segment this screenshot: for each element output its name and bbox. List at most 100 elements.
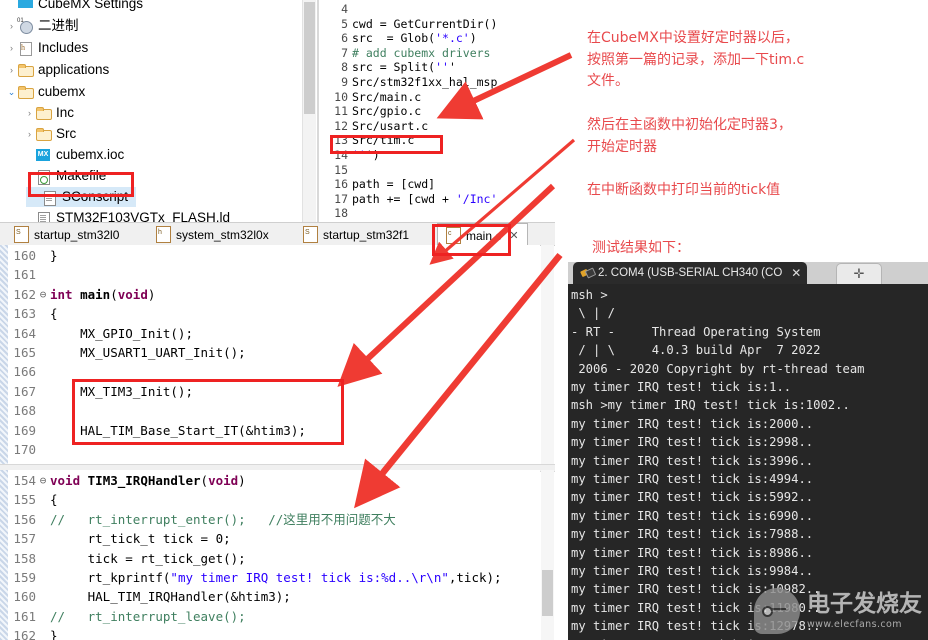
code-text: { — [50, 492, 58, 508]
tree-item-label: 二进制 — [38, 18, 79, 33]
line-number: 6 — [341, 31, 348, 46]
project-explorer-tree[interactable]: CubeMX Settings › 二进制 › Includes › application… — [0, 0, 300, 222]
line-number: 163 — [13, 306, 36, 322]
sconscript-line-14: 14 ''') — [322, 148, 555, 163]
line-number: 162 — [13, 628, 36, 640]
editor-tab-label: startup_stm32f1 — [323, 227, 410, 242]
close-icon[interactable]: ✕ — [509, 229, 518, 242]
code-text: HAL_TIM_Base_Start_IT(&htim3); — [50, 422, 306, 438]
line-number: 158 — [13, 550, 36, 566]
watermark-name: 电子发烧友 — [807, 590, 922, 617]
code-text: MX_USART1_UART_Init(); — [50, 345, 246, 360]
editor-tab-label: system_stm32l0x — [176, 227, 269, 242]
terminal-line: my timer IRQ test! tick is:6990.. — [571, 508, 814, 523]
tree-item-stm32f103vgtx-flash-ld[interactable]: STM32F103VGTx_FLASH.ld — [0, 208, 230, 222]
tree-item-inc[interactable]: › Inc — [0, 103, 74, 123]
tree-item-cubemx[interactable]: ⌄ cubemx — [0, 82, 85, 102]
line-number: 5 — [341, 16, 348, 31]
tree-item-[interactable]: › 二进制 — [0, 16, 79, 36]
tree-item-applications[interactable]: › applications — [0, 60, 109, 80]
terminal-line: my timer IRQ test! tick is:3996.. — [571, 453, 814, 468]
line-number: 161 — [13, 267, 36, 283]
folder-icon — [35, 126, 52, 142]
terminal-output[interactable]: msh > \ | / - RT - Thread Operating Syste… — [568, 284, 928, 640]
code-text: Src/tim.c — [352, 133, 415, 148]
chevron-right-icon[interactable]: › — [6, 43, 17, 53]
line-number: 9 — [341, 75, 348, 89]
sconscript-line-5: 5 cwd = GetCurrentDir() — [322, 17, 555, 32]
terminal-tab-com4[interactable]: 2. COM4 (USB-SERIAL CH340 (CO ✕ — [573, 262, 808, 284]
terminal-tab-bar[interactable]: 2. COM4 (USB-SERIAL CH340 (CO ✕ ✛ — [568, 262, 928, 285]
irq-editor-scrollbar-thumb[interactable] — [542, 570, 553, 616]
line-number: 160 — [13, 248, 36, 263]
line-number: 12 — [334, 118, 348, 133]
terminal-line: msh >my timer IRQ test! tick is:1002.. — [571, 398, 850, 413]
code-text: } — [50, 628, 58, 640]
fold-toggle-icon[interactable]: ⊖ — [38, 471, 48, 490]
main-c-editor[interactable]: 160} 161 162 ⊖ int main(void) 163 {164 MX_GPIO… — [0, 245, 540, 467]
tree-item-includes[interactable]: › Includes — [0, 38, 88, 58]
irq-editor-line-156: 156 // rt_interrupt_enter(); //这里用不用问题不大 — [0, 510, 540, 529]
tree-item-label: STM32F103VGTx_FLASH.ld — [56, 210, 231, 222]
sconscript-line-16: 16 path = [cwd] — [322, 177, 555, 192]
line-number: 157 — [13, 531, 36, 547]
tree-item-cubemx-settings[interactable]: CubeMX Settings — [0, 0, 143, 14]
tree-item-cubemx-ioc[interactable]: cubemx.ioc — [0, 145, 124, 165]
editor-tab-startup-stm32f1[interactable]: Sstartup_stm32f1 — [295, 223, 417, 246]
tree-item-src[interactable]: › Src — [0, 124, 76, 144]
chevron-right-icon[interactable]: › — [6, 65, 17, 75]
line-number: 10 — [334, 89, 348, 104]
explorer-scrollbar-thumb[interactable] — [304, 2, 315, 114]
watermark-url: www.elecfans.com — [807, 618, 902, 630]
close-icon[interactable]: ✕ — [791, 266, 801, 280]
editor-tab-system-stm32l0x[interactable]: h system_stm32l0x — [148, 223, 277, 246]
tree-item-makefile[interactable]: Makefile — [0, 166, 106, 186]
irq-editor-scrollbar[interactable] — [541, 470, 554, 640]
main-editor-line-166: 166 — [0, 362, 540, 381]
explorer-scrollbar[interactable] — [302, 0, 316, 222]
folder-icon — [35, 105, 52, 121]
terminal-line: - RT - Thread Operating System — [571, 324, 821, 339]
code-text: int main(void) — [50, 286, 156, 302]
line-number: 169 — [13, 422, 36, 438]
tree-item-sconscript[interactable]: SConscript — [26, 187, 137, 207]
chevron-down-icon[interactable]: ⌄ — [6, 87, 17, 98]
serial-plug-icon — [581, 267, 593, 279]
main-editor-line-168: 168 — [0, 401, 540, 420]
terminal-line: my timer IRQ test! tick is:7988.. — [571, 527, 814, 542]
file-type-icon: c — [446, 227, 461, 244]
irq-handler-editor[interactable]: 154 ⊖ void TIM3_IRQHandler(void) 155 {156 // … — [0, 470, 540, 640]
fold-toggle-icon[interactable]: ⊖ — [38, 285, 48, 304]
editor-tab-startup-stm32l0[interactable]: Sstartup_stm32l0 — [6, 223, 127, 246]
chevron-right-icon[interactable]: › — [24, 108, 35, 118]
plus-icon: ✛ — [853, 266, 865, 281]
line-number: 8 — [341, 60, 348, 75]
terminal-line: \ | / — [571, 306, 616, 321]
chevron-right-icon[interactable]: › — [6, 21, 17, 31]
line-number: 170 — [13, 442, 36, 457]
file-type-icon: h — [156, 226, 171, 243]
note-1: 在CubeMX中设置好定时器以后， 按照第一篇的记录，添加一下tim.c 文件。 — [587, 30, 805, 90]
chevron-right-icon[interactable]: › — [24, 129, 35, 139]
main-editor-line-165: 165 MX_USART1_UART_Init(); — [0, 343, 540, 362]
editor-tab-label: startup_stm32l0 — [34, 227, 120, 242]
irq-editor-line-160: 160 HAL_TIM_IRQHandler(&htim3); — [0, 587, 540, 606]
line-number: 161 — [13, 608, 36, 624]
elecfans-logo-icon — [754, 588, 800, 634]
editor-tab-bar[interactable]: Sstartup_stm32l0 h system_stm32l0x Sstartup… — [0, 222, 555, 248]
sconscript-snippet-pane[interactable]: 4 5 cwd = GetCurrentDir() 6 src = Glob('*.c'… — [322, 0, 555, 222]
terminal-line: my timer IRQ test! tick is:8986.. — [571, 545, 814, 560]
includes-icon — [17, 40, 34, 56]
code-text: } — [50, 248, 58, 263]
main-editor-line-161: 161 — [0, 265, 540, 284]
explorer-divider — [317, 0, 319, 222]
main-editor-line-162: 162 ⊖ int main(void) — [0, 285, 540, 304]
folder-icon — [17, 84, 34, 100]
serial-terminal-window[interactable]: 2. COM4 (USB-SERIAL CH340 (CO ✕ ✛ msh > … — [568, 262, 928, 640]
terminal-tab-label: 2. COM4 (USB-SERIAL CH340 (CO — [598, 267, 783, 279]
line-number: 167 — [13, 383, 36, 399]
line-number: 17 — [334, 191, 348, 206]
tree-item-label: cubemx — [38, 84, 86, 99]
main-editor-scrollbar[interactable] — [541, 245, 554, 467]
new-terminal-tab-button[interactable]: ✛ — [836, 263, 882, 285]
